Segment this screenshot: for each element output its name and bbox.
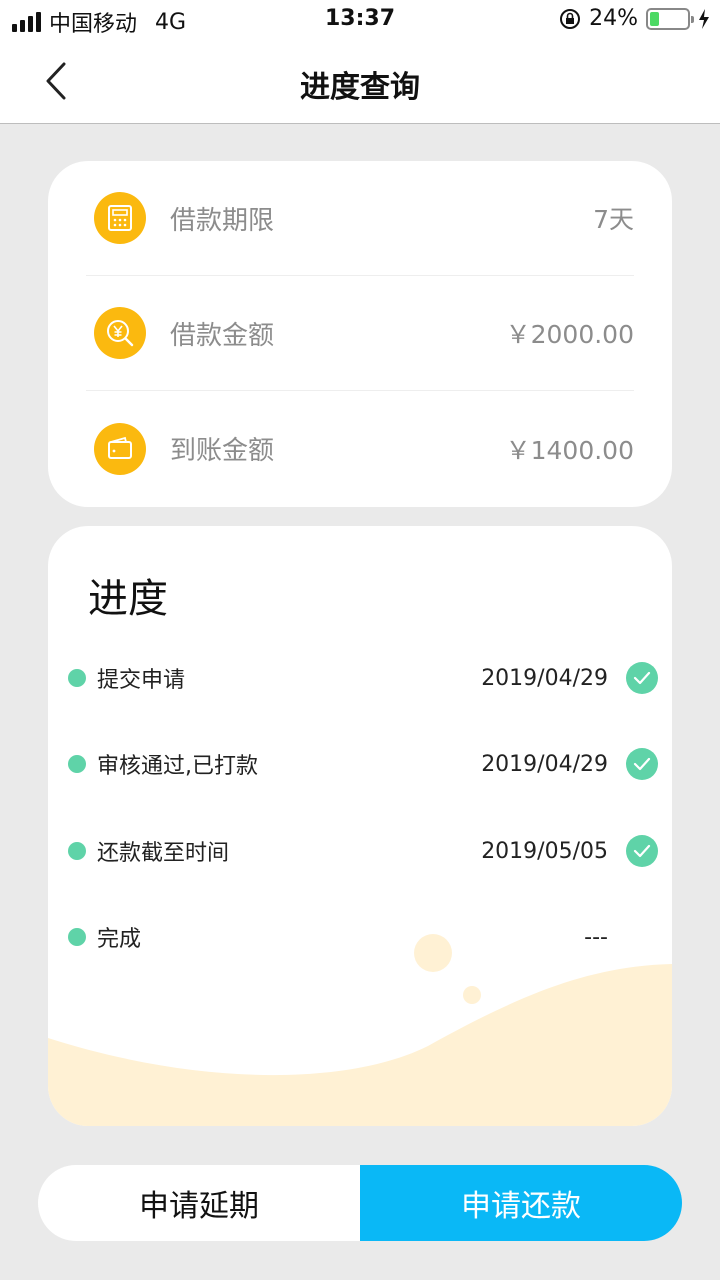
info-label: 到账金额 xyxy=(170,436,275,466)
charging-icon xyxy=(699,8,709,29)
yen-search-icon xyxy=(94,307,146,359)
info-label: 借款金额 xyxy=(170,320,275,351)
orientation-lock-icon xyxy=(560,8,581,29)
check-icon xyxy=(626,748,658,780)
battery-level xyxy=(650,11,659,26)
page-title: 进度查询 xyxy=(300,70,420,105)
step-label: 完成 xyxy=(97,927,142,952)
step-dot xyxy=(68,755,86,773)
step-label: 审核通过,已打款 xyxy=(97,754,258,779)
apply-repayment-button[interactable]: 申请还款 xyxy=(360,1165,682,1241)
action-buttons: 申请延期 申请还款 xyxy=(38,1165,682,1241)
info-value: ￥2000.00 xyxy=(505,320,634,349)
step-date: --- xyxy=(584,924,608,950)
step-pending-placeholder xyxy=(626,921,658,953)
step-label: 提交申请 xyxy=(97,668,186,693)
check-icon xyxy=(626,835,658,867)
step-date: 2019/05/05 xyxy=(481,838,608,864)
progress-step: 还款截至时间 2019/05/05 xyxy=(68,831,658,871)
step-date: 2019/04/29 xyxy=(481,665,608,691)
apply-extension-button[interactable]: 申请延期 xyxy=(38,1165,360,1241)
calculator-icon xyxy=(94,192,146,244)
progress-card: 进度 提交申请 2019/04/29 审核通过,已打款 2019/04/29 还… xyxy=(48,526,672,1126)
info-row-amount: 借款金额 ￥2000.00 xyxy=(86,276,634,391)
status-right: 24% xyxy=(559,6,710,31)
info-value: 7天 xyxy=(593,205,634,234)
info-label: 借款期限 xyxy=(170,205,275,236)
step-label: 还款截至时间 xyxy=(97,841,230,866)
step-dot xyxy=(68,842,86,860)
battery-icon xyxy=(646,7,694,30)
battery-percent: 24% xyxy=(589,6,638,31)
loan-info-card: 借款期限 7天 借款金额 ￥2000.00 到账金额 ￥1400.00 xyxy=(48,161,672,507)
info-value: ￥1400.00 xyxy=(505,435,634,465)
progress-title: 进度 xyxy=(88,576,168,622)
info-row-received: 到账金额 ￥1400.00 xyxy=(86,391,634,506)
progress-step: 完成 --- xyxy=(68,917,658,957)
nav-bar: 进度查询 xyxy=(0,40,720,124)
info-row-term: 借款期限 7天 xyxy=(86,161,634,276)
check-icon xyxy=(626,662,658,694)
progress-step: 提交申请 2019/04/29 xyxy=(68,658,658,698)
wallet-icon xyxy=(94,422,146,475)
step-date: 2019/04/29 xyxy=(481,751,608,777)
status-bar: 中国移动 4G 13:37 24% xyxy=(0,0,720,40)
step-dot xyxy=(68,928,86,946)
step-dot xyxy=(68,669,86,687)
progress-step: 审核通过,已打款 2019/04/29 xyxy=(68,744,658,784)
